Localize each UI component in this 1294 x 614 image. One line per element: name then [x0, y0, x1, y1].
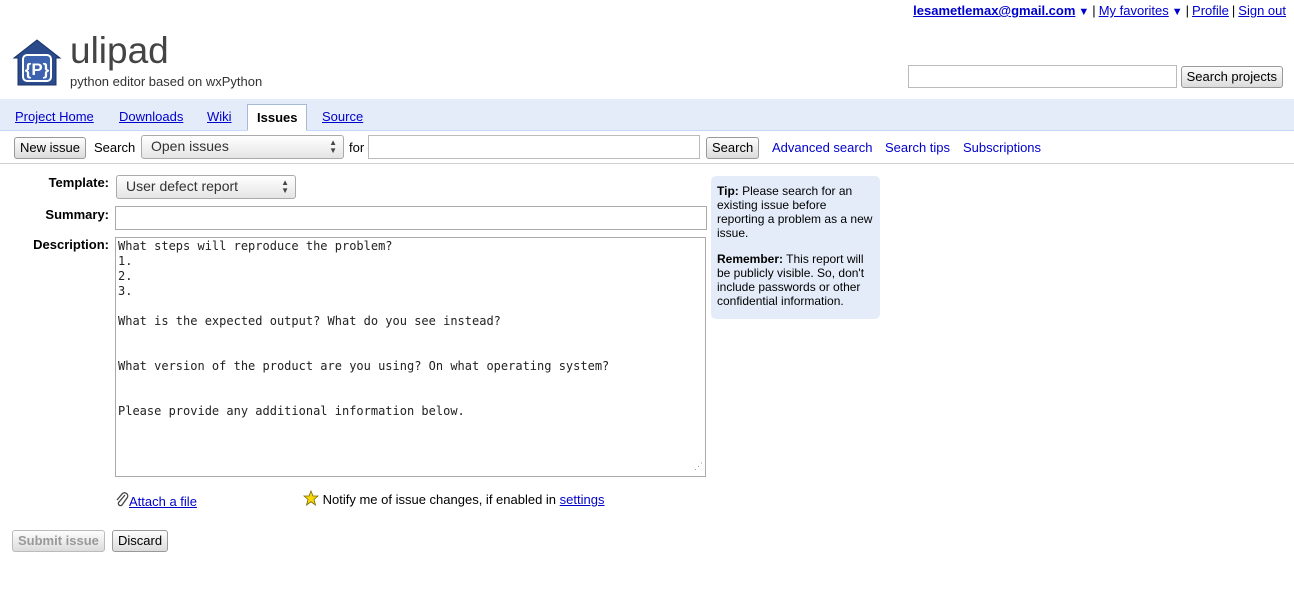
- discard-button[interactable]: Discard: [112, 530, 169, 552]
- tab-issues[interactable]: Issues: [247, 104, 308, 131]
- account-bar: lesametlemax@gmail.com ▼ | My favorites ▼ | Pr…: [913, 3, 1286, 18]
- tab-wiki[interactable]: Wiki: [207, 109, 232, 124]
- description-textarea[interactable]: What steps will reproduce the problem? 1…: [115, 237, 706, 477]
- logo-letter: {P}: [25, 60, 50, 79]
- updown-arrows-icon: ▲ ▼: [281, 178, 289, 195]
- tab-source[interactable]: Source: [322, 109, 363, 124]
- subscriptions-link[interactable]: Subscriptions: [963, 140, 1041, 155]
- project-search: Search projects: [908, 65, 1283, 88]
- tip-box: Tip: Please search for an existing issue…: [711, 176, 880, 319]
- tip-text: Please search for an existing issue befo…: [717, 184, 873, 240]
- advanced-search-link[interactable]: Advanced search: [772, 140, 872, 155]
- new-issue-button[interactable]: New issue: [14, 137, 86, 159]
- settings-link[interactable]: settings: [560, 492, 605, 507]
- separator: |: [1092, 3, 1096, 18]
- project-logo-icon[interactable]: {P}: [12, 38, 62, 88]
- search-label: Search: [94, 140, 136, 155]
- separator: |: [1185, 3, 1190, 18]
- issue-scope-select[interactable]: Open issues ▲ ▼: [141, 135, 344, 159]
- template-label: Template:: [48, 175, 109, 190]
- tip-heading: Tip:: [717, 184, 739, 198]
- attach-file-link[interactable]: Attach a file: [129, 494, 197, 509]
- issue-search-input[interactable]: [368, 135, 700, 159]
- star-icon[interactable]: [302, 489, 320, 506]
- notify-text: Notify me of issue changes, if enabled i…: [322, 492, 557, 507]
- project-search-input[interactable]: [908, 65, 1177, 88]
- submit-issue-button[interactable]: Submit issue: [12, 530, 105, 552]
- account-dropdown-icon[interactable]: ▼: [1078, 6, 1089, 18]
- separator: |: [1231, 3, 1236, 18]
- description-text: What steps will reproduce the problem? 1…: [118, 239, 610, 418]
- search-tips-link[interactable]: Search tips: [885, 140, 950, 155]
- updown-arrows-icon: ▲ ▼: [329, 138, 337, 155]
- my-favorites-link[interactable]: My favorites: [1099, 3, 1169, 18]
- attach-file: Attach a file: [115, 492, 197, 509]
- notify-row: Notify me of issue changes, if enabled i…: [302, 489, 605, 507]
- issue-search-button[interactable]: Search: [706, 137, 760, 159]
- profile-link[interactable]: Profile: [1192, 3, 1229, 18]
- tab-project-home[interactable]: Project Home: [15, 109, 94, 124]
- sign-out-link[interactable]: Sign out: [1238, 3, 1286, 18]
- resize-grip-icon[interactable]: ⋰: [694, 460, 703, 475]
- main-tabs: Project Home Downloads Wiki Issues Sourc…: [0, 99, 1294, 131]
- issue-scope-value: Open issues: [151, 138, 229, 154]
- search-projects-button[interactable]: Search projects: [1180, 65, 1283, 88]
- project-summary: python editor based on wxPython: [70, 74, 263, 89]
- account-email-link[interactable]: lesametlemax@gmail.com: [913, 3, 1075, 18]
- template-select[interactable]: User defect report ▲ ▼: [116, 175, 296, 199]
- paperclip-icon: [116, 492, 129, 507]
- description-label: Description:: [33, 237, 109, 252]
- remember-heading: Remember:: [717, 252, 784, 266]
- summary-input[interactable]: [115, 206, 707, 230]
- issue-toolbar: New issue Search Open issues ▲ ▼ for Sear…: [0, 131, 1294, 164]
- favorites-dropdown-icon[interactable]: ▼: [1172, 6, 1183, 18]
- for-label: for: [349, 140, 365, 155]
- tab-downloads[interactable]: Downloads: [119, 109, 183, 124]
- summary-label: Summary:: [45, 207, 109, 222]
- template-value: User defect report: [126, 178, 239, 194]
- project-name[interactable]: ulipad: [70, 29, 169, 73]
